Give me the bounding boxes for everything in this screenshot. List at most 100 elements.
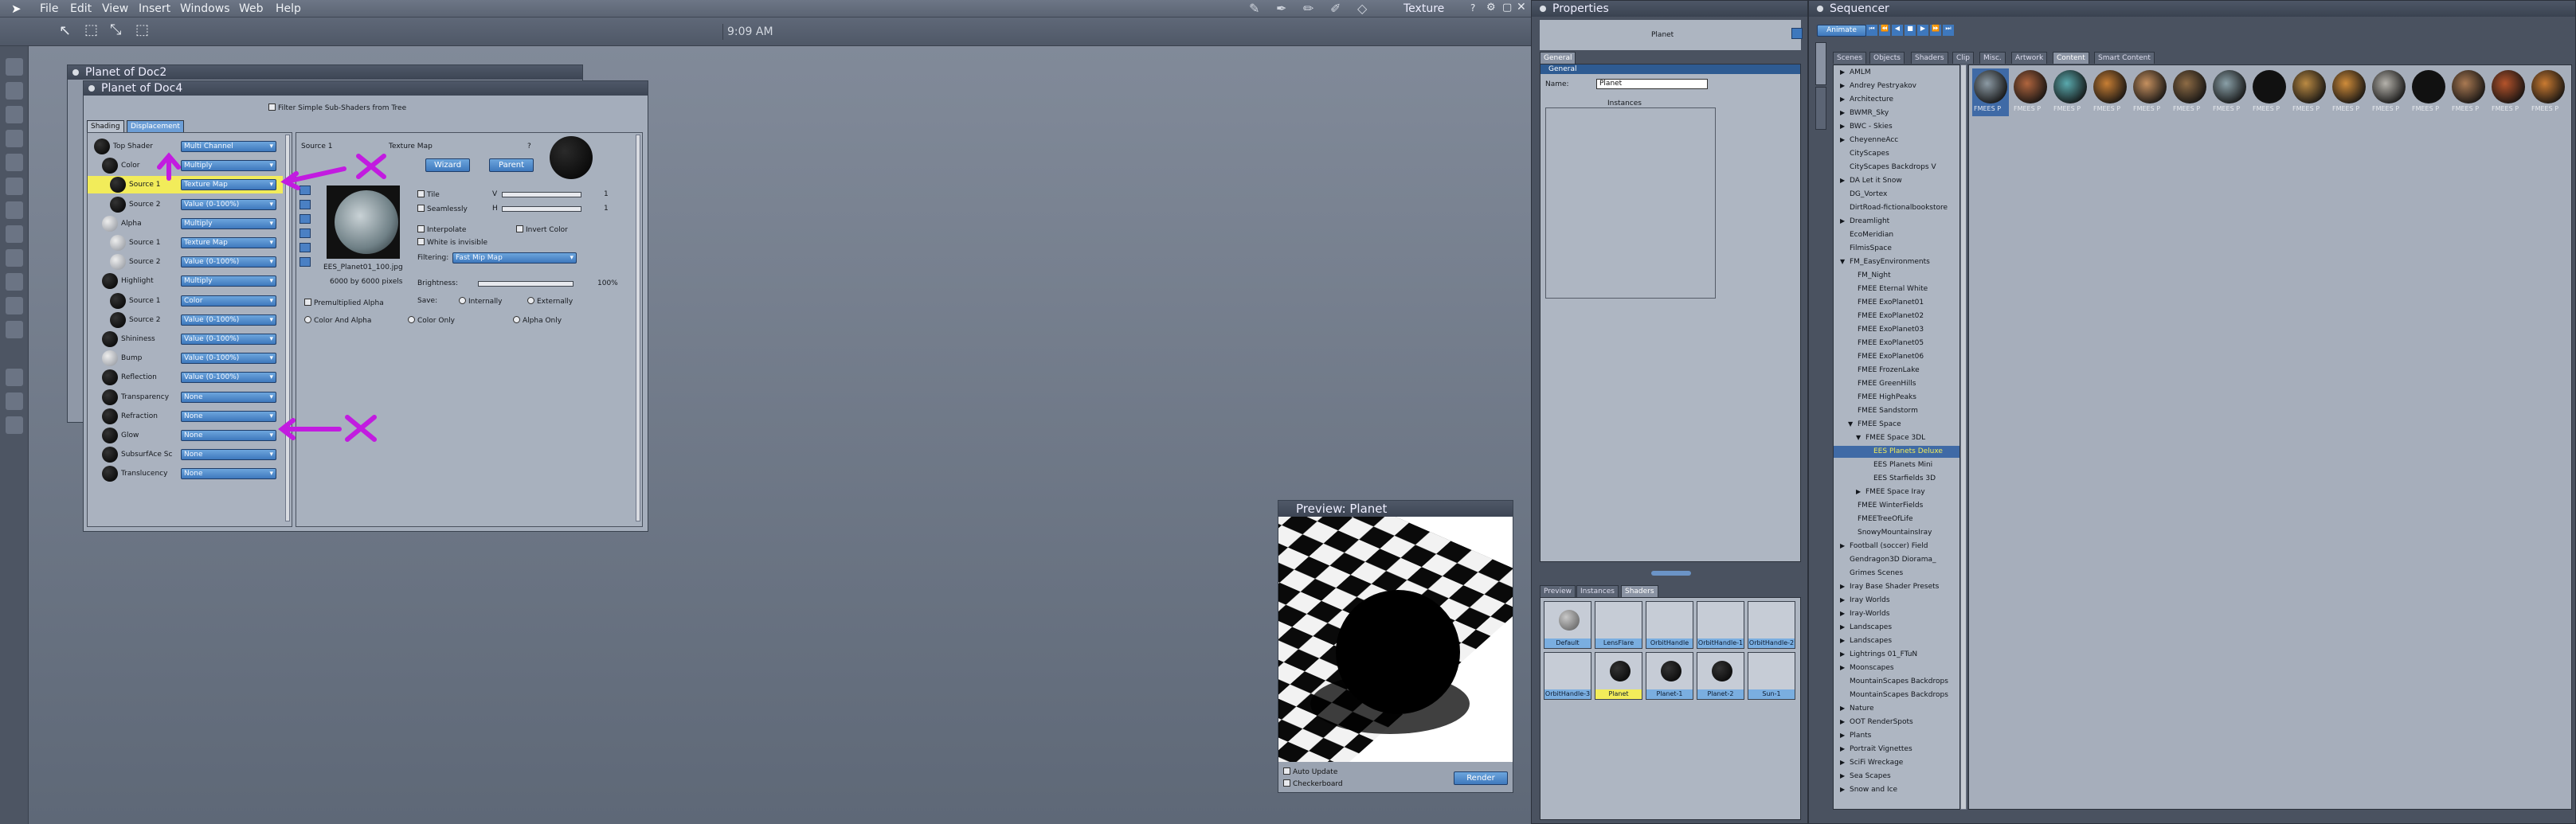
tree-item[interactable]: FMEETreeOfLife	[1834, 514, 1959, 525]
shader-thumbnail[interactable]: Planet-1	[1646, 652, 1693, 700]
tree-item[interactable]: ▶ Nature	[1834, 703, 1959, 715]
sequencer-tab[interactable]: Objects	[1869, 52, 1905, 64]
tree-item[interactable]: FMEE ExoPlanet06	[1834, 351, 1959, 363]
tab-instances[interactable]: Instances	[1576, 585, 1619, 597]
collapse-arrow-icon[interactable]: ▶	[1840, 637, 1845, 644]
collapse-arrow-icon[interactable]: ▶	[1840, 732, 1845, 739]
content-thumbnail[interactable]: FMEES P	[2530, 68, 2566, 116]
tree-item[interactable]: ▶ Landscapes	[1834, 635, 1959, 647]
sequencer-tab[interactable]: Smart Content	[2094, 52, 2155, 64]
collapse-arrow-icon[interactable]: ▶	[1840, 664, 1845, 671]
tree-item[interactable]: ▶ Architecture	[1834, 94, 1959, 106]
properties-menu-icon[interactable]	[1791, 28, 1803, 39]
collapse-arrow-icon[interactable]: ▶	[1840, 136, 1845, 143]
shader-thumbnail[interactable]: LensFlare	[1595, 601, 1642, 649]
instances-list[interactable]	[1545, 107, 1716, 299]
sequencer-tab[interactable]: Clip	[1952, 52, 1974, 64]
tree-item[interactable]: EES Starfields 3D	[1834, 473, 1959, 485]
tree-item[interactable]: FM_Night	[1834, 270, 1959, 282]
tree-item[interactable]: ▶ DA Let it Snow	[1834, 175, 1959, 187]
content-thumbnail[interactable]: FMEES P	[2052, 68, 2089, 116]
prev-frame-icon[interactable]: ◀	[1892, 25, 1903, 36]
close-dot-icon[interactable]	[1540, 6, 1546, 12]
general-section-header[interactable]: General	[1541, 64, 1800, 74]
tab-shaders[interactable]: Shaders	[1621, 585, 1658, 597]
tree-item[interactable]: FMEE ExoPlanet03	[1834, 324, 1959, 336]
collapse-arrow-icon[interactable]: ▶	[1840, 109, 1845, 116]
tree-item[interactable]: EES Planets Mini	[1834, 459, 1959, 471]
tree-item[interactable]: MountainScapes Backdrops	[1834, 689, 1959, 701]
collapse-arrow-icon[interactable]: ▶	[1840, 759, 1845, 766]
collapse-arrow-icon[interactable]: ▶	[1840, 705, 1845, 712]
content-thumbnail[interactable]: FMEES P	[2211, 68, 2248, 116]
content-thumbnail[interactable]: FMEES P	[2331, 68, 2367, 116]
tree-item[interactable]: ▶ Lightrings 01_FTuN	[1834, 649, 1959, 661]
collapse-arrow-icon[interactable]: ▶	[1840, 718, 1845, 725]
content-thumbnail[interactable]: FMEES P	[2012, 68, 2049, 116]
tree-item[interactable]: CityScapes	[1834, 148, 1959, 160]
stop-icon[interactable]: ■	[1905, 25, 1916, 36]
content-thumbnail[interactable]: FMEES P	[2410, 68, 2447, 116]
collapse-arrow-icon[interactable]: ▶	[1840, 123, 1845, 130]
tree-item[interactable]: FMEE ExoPlanet05	[1834, 338, 1959, 350]
tree-item[interactable]: Gendragon3D Diorama_	[1834, 554, 1959, 566]
sequencer-title-bar[interactable]: Sequencer	[1809, 1, 2575, 17]
tree-item[interactable]: ▼ FM_EasyEnvironments	[1834, 256, 1959, 268]
tab-preview[interactable]: Preview	[1540, 585, 1576, 597]
collapse-arrow-icon[interactable]: ▶	[1840, 82, 1845, 89]
tree-item[interactable]: FMEE WinterFields	[1834, 500, 1959, 512]
tree-item[interactable]: EcoMeridian	[1834, 229, 1959, 241]
checkerboard-checkbox[interactable]: Checkerboard	[1283, 779, 1343, 788]
shader-thumbnail[interactable]: OrbitHandle	[1646, 601, 1693, 649]
side-tab-sequencer[interactable]	[1815, 42, 1826, 85]
tree-item[interactable]: DG_Vortex	[1834, 189, 1959, 201]
sequencer-tab[interactable]: Scenes	[1833, 52, 1867, 64]
collapse-arrow-icon[interactable]: ▶	[1840, 542, 1845, 549]
last-frame-icon[interactable]: ⏭	[1943, 25, 1954, 36]
close-dot-icon[interactable]	[1817, 6, 1823, 12]
shader-thumbnail[interactable]: Sun-1	[1748, 652, 1795, 700]
collapse-arrow-icon[interactable]: ▶	[1840, 650, 1845, 658]
collapse-arrow-icon[interactable]: ▶	[1840, 772, 1845, 779]
tree-item[interactable]: ▶ AMLM	[1834, 67, 1959, 79]
tree-item[interactable]: FMEE ExoPlanet01	[1834, 297, 1959, 309]
sequencer-tab[interactable]: Shaders	[1911, 52, 1948, 64]
tree-item[interactable]: ▶ OOT RenderSpots	[1834, 717, 1959, 728]
collapse-arrow-icon[interactable]: ▶	[1840, 786, 1845, 793]
tree-item[interactable]: ▼ FMEE Space	[1834, 419, 1959, 431]
content-thumbnail[interactable]: FMEES P	[2490, 68, 2527, 116]
tree-item[interactable]: FMEE Sandstorm	[1834, 405, 1959, 417]
tree-item[interactable]: MountainScapes Backdrops	[1834, 676, 1959, 688]
content-thumbnail[interactable]: FMEES P	[2370, 68, 2407, 116]
tree-item[interactable]: ▶ CheyenneAcc	[1834, 135, 1959, 146]
collapse-arrow-icon[interactable]: ▶	[1840, 623, 1845, 631]
collapse-arrow-icon[interactable]: ▶	[1840, 96, 1845, 103]
tree-scrollbar[interactable]	[1960, 64, 1967, 810]
collapse-arrow-icon[interactable]: ▶	[1840, 217, 1845, 225]
first-frame-icon[interactable]: ⏮	[1866, 25, 1877, 36]
expand-arrow-icon[interactable]: ▼	[1848, 420, 1853, 428]
collapse-arrow-icon[interactable]: ▶	[1840, 177, 1845, 184]
tree-item[interactable]: FilmisSpace	[1834, 243, 1959, 255]
auto-update-checkbox[interactable]: Auto Update	[1283, 767, 1337, 776]
tree-item[interactable]: ▼ FMEE Space 3DL	[1834, 432, 1959, 444]
tree-item[interactable]: ▶ Andrey Pestryakov	[1834, 80, 1959, 92]
tree-item[interactable]: SnowyMountainsIray	[1834, 527, 1959, 539]
tree-item[interactable]: FMEE ExoPlanet02	[1834, 310, 1959, 322]
tree-item[interactable]: DirtRoad-fictionalbookstore	[1834, 202, 1959, 214]
collapse-arrow-icon[interactable]: ▶	[1840, 610, 1845, 617]
shader-thumbnail[interactable]: Default	[1544, 601, 1591, 649]
tree-item[interactable]: ▶ Sea Scapes	[1834, 771, 1959, 783]
tree-item[interactable]: ▶ Moonscapes	[1834, 662, 1959, 674]
next-key-icon[interactable]: ⏩	[1930, 25, 1941, 36]
name-field[interactable]: Planet	[1596, 79, 1708, 89]
panel-splitter[interactable]	[1651, 571, 1691, 576]
tree-item[interactable]: ▶ Landscapes	[1834, 622, 1959, 634]
shader-thumbnail[interactable]: OrbitHandle-2	[1748, 601, 1795, 649]
tree-item[interactable]: ▶ Plants	[1834, 730, 1959, 742]
tree-item[interactable]: CityScapes Backdrops V	[1834, 162, 1959, 174]
side-tab-shader[interactable]	[1815, 87, 1826, 130]
content-thumbnail[interactable]: FMEES P	[2251, 68, 2288, 116]
content-thumbnail[interactable]: FMEES P	[2450, 68, 2487, 116]
content-thumbnail[interactable]: FMEES P	[2132, 68, 2168, 116]
